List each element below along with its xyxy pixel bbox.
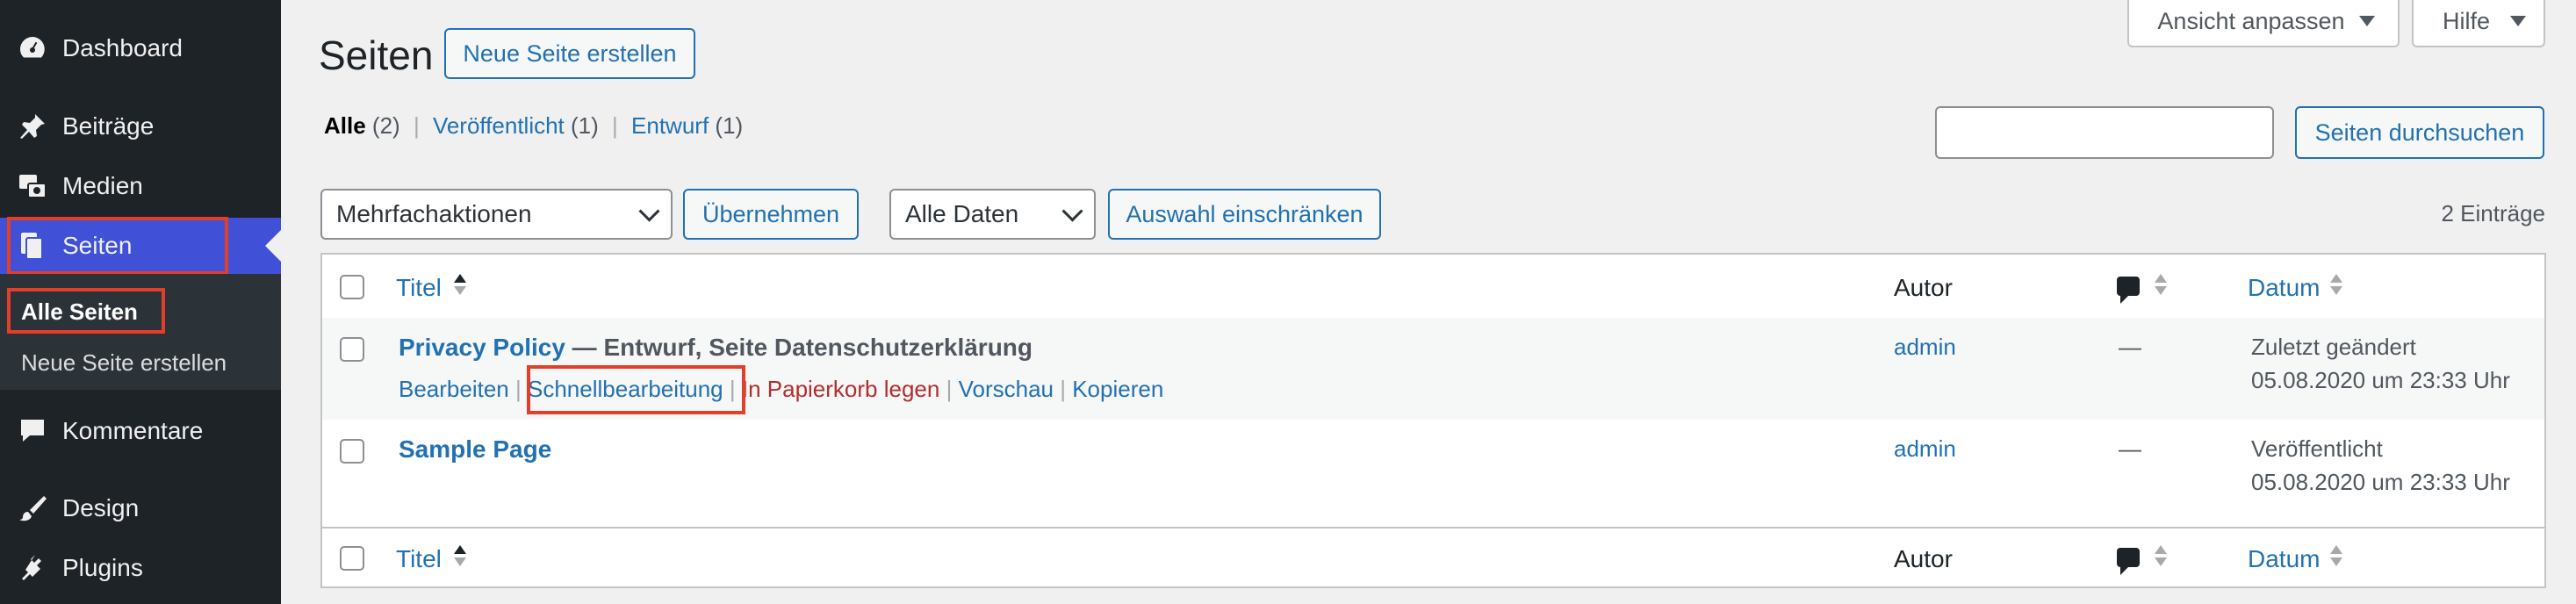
screen-options-button[interactable]: Ansicht anpassen xyxy=(2127,0,2400,47)
filter-draft[interactable]: Entwurf xyxy=(631,112,709,139)
page-title: Seiten xyxy=(319,32,434,78)
table-row: Sample Page admin — Veröffentlicht 05.08… xyxy=(322,420,2544,528)
sort-icon xyxy=(2330,274,2342,295)
row-checkbox[interactable] xyxy=(340,337,364,362)
menu-dashboard-label: Dashboard xyxy=(62,34,183,61)
status-filter-links: Alle (2) | Veröffentlicht (1) | Entwurf … xyxy=(324,112,743,140)
page-title-cell: Privacy Policy — Entwurf, Seite Datensch… xyxy=(399,334,1033,362)
table-header: Titel Autor Datum xyxy=(322,255,2544,320)
filter-separator: | xyxy=(612,112,618,139)
menu-plugins-label: Plugins xyxy=(62,554,143,581)
date-status: Zuletzt geändert xyxy=(2251,334,2416,360)
date-status: Veröffentlicht xyxy=(2251,435,2383,462)
comment-count: — xyxy=(2119,334,2141,360)
menu-media-label: Medien xyxy=(62,172,143,199)
caret-down-icon xyxy=(2359,16,2375,26)
column-title[interactable]: Titel xyxy=(396,274,442,302)
filter-draft-count: (1) xyxy=(715,112,744,139)
menu-comments[interactable]: Kommentare xyxy=(0,404,281,458)
pin-icon xyxy=(16,110,49,143)
menu-design[interactable]: Design xyxy=(0,481,281,536)
highlight-box-alle-seiten xyxy=(7,288,165,334)
menu-media[interactable]: Medien xyxy=(0,159,281,213)
caret-down-icon xyxy=(2510,16,2526,26)
date-filter-select[interactable]: Alle Daten xyxy=(889,189,1096,240)
menu-plugins[interactable]: Plugins xyxy=(0,541,281,595)
column-author: Autor xyxy=(1894,545,1953,572)
admin-sidebar: Dashboard Beiträge Medien Seiten Alle Se… xyxy=(0,0,281,604)
author-link[interactable]: admin xyxy=(1894,435,1956,463)
row-checkbox[interactable] xyxy=(340,439,364,464)
trash-link[interactable]: In Papierkorb legen xyxy=(742,376,939,402)
comment-icon xyxy=(16,414,49,448)
screen-options-label: Ansicht anpassen xyxy=(2157,7,2345,34)
filter-published[interactable]: Veröffentlicht xyxy=(433,112,565,139)
row-actions: Bearbeiten | Schnellbearbeitung | In Pap… xyxy=(399,376,1163,403)
chevron-down-icon xyxy=(638,200,660,222)
apply-button[interactable]: Übernehmen xyxy=(683,189,859,240)
submenu-add-page[interactable]: Neue Seite erstellen xyxy=(21,349,227,377)
sort-icon xyxy=(2155,545,2167,566)
media-icon xyxy=(16,169,49,203)
pages-table: Titel Autor Datum Privacy Policy — Entwu… xyxy=(320,253,2546,588)
date-value: 05.08.2020 um 23:33 Uhr xyxy=(2251,367,2510,393)
sort-icon xyxy=(454,545,466,566)
active-menu-arrow xyxy=(265,230,281,262)
comment-count: — xyxy=(2119,435,2141,462)
bulk-actions-select[interactable]: Mehrfachaktionen xyxy=(320,189,673,240)
chevron-down-icon xyxy=(1061,200,1083,222)
menu-dashboard[interactable]: Dashboard xyxy=(0,21,281,76)
copy-link[interactable]: Kopieren xyxy=(1072,376,1163,402)
date-filter-value: Alle Daten xyxy=(905,200,1019,227)
search-input[interactable] xyxy=(1935,106,2274,159)
page-title-link[interactable]: Privacy Policy xyxy=(399,334,565,361)
help-button[interactable]: Hilfe xyxy=(2412,0,2545,47)
filter-published-count: (1) xyxy=(571,112,599,139)
page-state: — Entwurf, Seite Datenschutzerklärung xyxy=(565,334,1033,361)
action-separator: | xyxy=(946,376,953,402)
menu-posts[interactable]: Beiträge xyxy=(0,99,281,154)
column-title[interactable]: Titel xyxy=(396,545,442,573)
page-title-link[interactable]: Sample Page xyxy=(399,435,551,464)
highlight-box-quick-edit xyxy=(527,365,745,414)
action-separator: | xyxy=(515,376,522,402)
column-date[interactable]: Datum xyxy=(2248,545,2320,573)
bulk-actions-value: Mehrfachaktionen xyxy=(336,200,532,227)
filter-all[interactable]: Alle xyxy=(324,112,366,139)
add-new-page-button[interactable]: Neue Seite erstellen xyxy=(444,28,695,79)
dashboard-icon xyxy=(16,32,49,65)
column-date[interactable]: Datum xyxy=(2248,274,2320,302)
filter-all-count: (2) xyxy=(371,112,400,139)
sort-icon xyxy=(454,274,466,295)
highlight-box-seiten xyxy=(7,217,228,275)
plugin-icon xyxy=(16,551,49,585)
menu-comments-label: Kommentare xyxy=(62,417,204,444)
date-value: 05.08.2020 um 23:33 Uhr xyxy=(2251,469,2510,495)
sort-icon xyxy=(2330,545,2342,566)
column-author: Autor xyxy=(1894,274,1953,301)
filter-separator: | xyxy=(413,112,420,139)
filter-button[interactable]: Auswahl einschränken xyxy=(1108,189,1381,240)
table-row: Privacy Policy — Entwurf, Seite Datensch… xyxy=(322,318,2544,420)
menu-posts-label: Beiträge xyxy=(62,112,155,140)
help-label: Hilfe xyxy=(2442,7,2490,34)
comment-bubble-icon xyxy=(2117,548,2140,575)
select-all-checkbox[interactable] xyxy=(340,275,364,299)
sort-icon xyxy=(2155,274,2167,295)
action-separator: | xyxy=(1060,376,1066,402)
search-pages-button[interactable]: Seiten durchsuchen xyxy=(2295,106,2544,159)
comment-bubble-icon xyxy=(2117,277,2140,304)
table-footer: Titel Autor Datum xyxy=(322,528,2544,588)
select-all-checkbox[interactable] xyxy=(340,546,364,571)
item-count: 2 Einträge xyxy=(2441,200,2545,226)
preview-link[interactable]: Vorschau xyxy=(959,376,1054,402)
menu-design-label: Design xyxy=(62,494,140,521)
edit-link[interactable]: Bearbeiten xyxy=(399,376,509,402)
author-link[interactable]: admin xyxy=(1894,334,1956,361)
brush-icon xyxy=(16,492,49,525)
